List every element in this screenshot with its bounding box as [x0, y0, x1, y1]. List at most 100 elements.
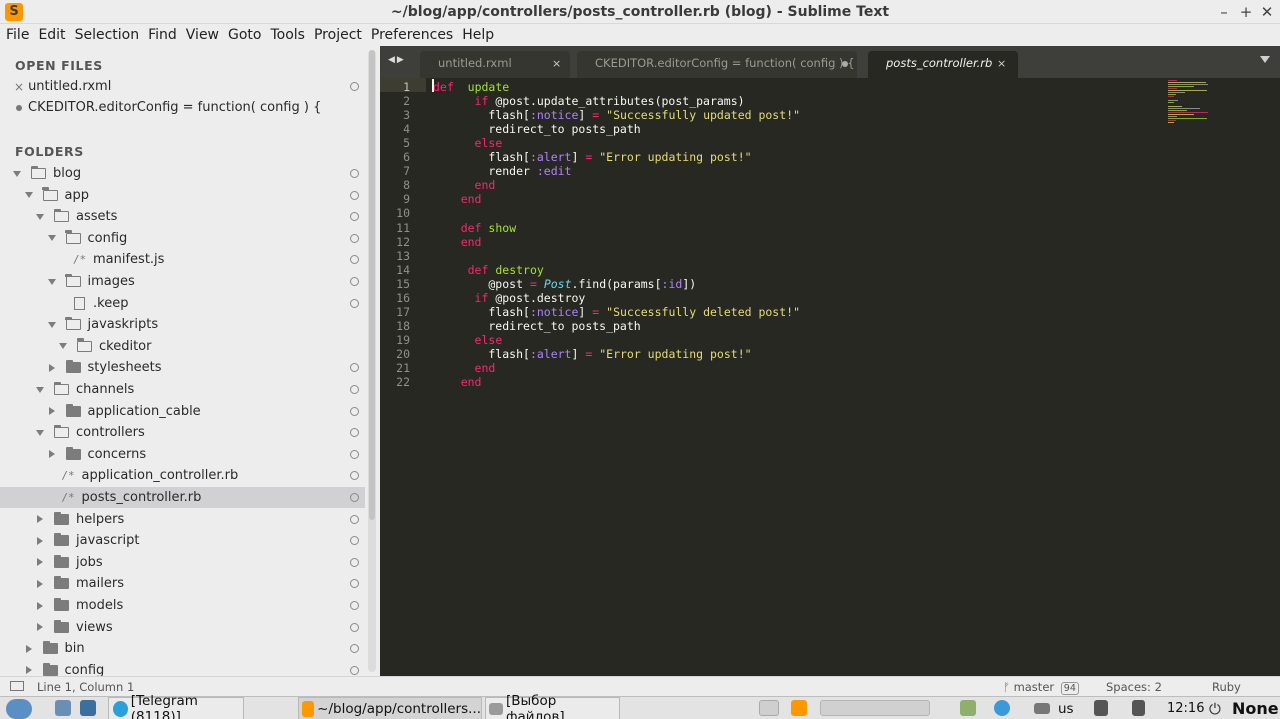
disclosure-expanded-icon[interactable]	[35, 428, 45, 438]
code-line[interactable]: end	[433, 235, 482, 249]
code-line[interactable]: flash[:notice] = "Successfully deleted p…	[433, 305, 800, 319]
network-icon[interactable]	[1094, 700, 1108, 716]
keyboard-icon[interactable]	[1034, 703, 1050, 714]
code-line[interactable]: end	[433, 192, 482, 206]
tab-untitled-rxml[interactable]: untitled.rxml ×	[420, 51, 570, 78]
disclosure-collapsed-icon[interactable]	[35, 557, 45, 567]
open-file-item[interactable]: CKEDITOR.editorConfig = function( config…	[0, 97, 365, 118]
taskbar-file-chooser[interactable]: [Выбор файлов]	[485, 693, 620, 719]
menu-project[interactable]: Project	[310, 27, 366, 43]
folder-item[interactable]: stylesheets	[0, 357, 365, 378]
code-line[interactable]: else	[433, 136, 503, 150]
disclosure-collapsed-icon[interactable]	[47, 363, 57, 373]
disclosure-collapsed-icon[interactable]	[35, 579, 45, 589]
code-line[interactable]: flash[:alert] = "Error updating post!"	[433, 347, 751, 361]
minimize-button[interactable]: –	[1215, 2, 1233, 22]
folder-item[interactable]: helpers	[0, 509, 365, 530]
code-line[interactable]: def show	[433, 221, 516, 235]
folder-item[interactable]: jobs	[0, 552, 365, 573]
file-item[interactable]: /* posts_controller.rb	[0, 487, 365, 508]
folder-item[interactable]: application_cable	[0, 401, 365, 422]
folder-item[interactable]: javascript	[0, 530, 365, 551]
folder-item[interactable]: blog	[0, 163, 365, 184]
disclosure-collapsed-icon[interactable]	[35, 536, 45, 546]
file-item[interactable]: .keep	[0, 293, 365, 314]
disclosure-expanded-icon[interactable]	[47, 277, 57, 287]
folder-item[interactable]: concerns	[0, 444, 365, 465]
menu-tools[interactable]: Tools	[266, 27, 309, 43]
start-menu-icon[interactable]	[6, 697, 32, 719]
tab-posts-controller[interactable]: posts_controller.rb ×	[868, 51, 1018, 78]
menu-view[interactable]: View	[182, 27, 223, 43]
code-line[interactable]: flash[:alert] = "Error updating post!"	[433, 150, 751, 164]
menu-selection[interactable]: Selection	[71, 27, 144, 43]
tray-sublime-icon[interactable]	[791, 700, 807, 716]
tab-modified-dot-icon[interactable]	[842, 61, 848, 67]
code-line[interactable]: redirect_to posts_path	[433, 122, 640, 136]
disclosure-expanded-icon[interactable]	[47, 320, 57, 330]
indentation-setting[interactable]: Spaces: 2	[1106, 680, 1162, 694]
disclosure-collapsed-icon[interactable]	[35, 514, 45, 524]
code-line[interactable]: def update	[433, 80, 509, 94]
folder-item[interactable]: config	[0, 660, 365, 676]
folder-item[interactable]: javaskripts	[0, 314, 365, 335]
code-line[interactable]: def destroy	[433, 263, 544, 277]
disclosure-expanded-icon[interactable]	[24, 190, 34, 200]
power-icon[interactable]: ⏻	[1209, 697, 1221, 719]
minimap[interactable]	[1168, 78, 1268, 126]
maximize-button[interactable]: +	[1237, 2, 1255, 22]
keyboard-layout[interactable]: us	[1058, 697, 1074, 719]
folder-item[interactable]: controllers	[0, 422, 365, 443]
code-line[interactable]: else	[433, 333, 503, 347]
tray-app-icon[interactable]	[960, 700, 976, 716]
workspace-pager[interactable]	[820, 700, 930, 716]
disclosure-expanded-icon[interactable]	[35, 385, 45, 395]
clock[interactable]: 12:16	[1167, 697, 1204, 719]
file-item[interactable]: /* manifest.js	[0, 249, 365, 270]
disclosure-expanded-icon[interactable]	[58, 341, 68, 351]
sidebar-scrollbar-thumb[interactable]	[369, 50, 375, 520]
folder-item[interactable]: channels	[0, 379, 365, 400]
keyboard-indicator[interactable]: None	[1232, 697, 1279, 719]
menu-help[interactable]: Help	[458, 27, 498, 43]
code-line[interactable]: end	[433, 361, 496, 375]
folder-item[interactable]: assets	[0, 206, 365, 227]
code-line[interactable]: if @post.destroy	[433, 291, 586, 305]
syntax-setting[interactable]: Ruby	[1212, 680, 1241, 694]
folder-item[interactable]: app	[0, 185, 365, 206]
disclosure-collapsed-icon[interactable]	[35, 601, 45, 611]
code-line[interactable]: flash[:notice] = "Successfully updated p…	[433, 108, 800, 122]
code-line[interactable]: redirect_to posts_path	[433, 319, 640, 333]
folder-item[interactable]: ckeditor	[0, 336, 365, 357]
git-branch-status[interactable]: ᚠ master 94	[1003, 680, 1079, 695]
disclosure-collapsed-icon[interactable]	[24, 665, 34, 675]
menu-file[interactable]: File	[2, 27, 33, 43]
disclosure-collapsed-icon[interactable]	[47, 406, 57, 416]
tab-nav-arrows-icon[interactable]: ◀▶	[388, 55, 406, 65]
tray-update-icon[interactable]	[994, 700, 1010, 716]
tab-close-icon[interactable]: ×	[552, 51, 561, 76]
close-file-icon[interactable]: ×	[14, 80, 24, 94]
tab-list-dropdown-icon[interactable]	[1260, 56, 1270, 63]
folder-item[interactable]: images	[0, 271, 365, 292]
tab-close-icon[interactable]: ×	[997, 51, 1006, 76]
disclosure-expanded-icon[interactable]	[12, 169, 22, 179]
code-line[interactable]: if @post.update_attributes(post_params)	[433, 94, 745, 108]
folder-item[interactable]: config	[0, 228, 365, 249]
disclosure-collapsed-icon[interactable]	[24, 644, 34, 654]
disclosure-collapsed-icon[interactable]	[35, 622, 45, 632]
close-window-button[interactable]: ✕	[1258, 2, 1276, 22]
folder-item[interactable]: views	[0, 617, 365, 638]
menu-preferences[interactable]: Preferences	[367, 27, 457, 43]
disclosure-expanded-icon[interactable]	[47, 233, 57, 243]
folder-item[interactable]: bin	[0, 638, 365, 659]
code-line[interactable]: @post = Post.find(params[:id])	[433, 277, 696, 291]
code-line[interactable]: end	[433, 178, 496, 192]
menu-find[interactable]: Find	[144, 27, 181, 43]
disclosure-expanded-icon[interactable]	[35, 212, 45, 222]
folder-item[interactable]: mailers	[0, 573, 365, 594]
menu-edit[interactable]: Edit	[34, 27, 69, 43]
disclosure-collapsed-icon[interactable]	[47, 449, 57, 459]
taskbar-telegram[interactable]: [Telegram (8118)]	[108, 693, 244, 719]
open-file-item[interactable]: × untitled.rxml	[0, 76, 365, 97]
